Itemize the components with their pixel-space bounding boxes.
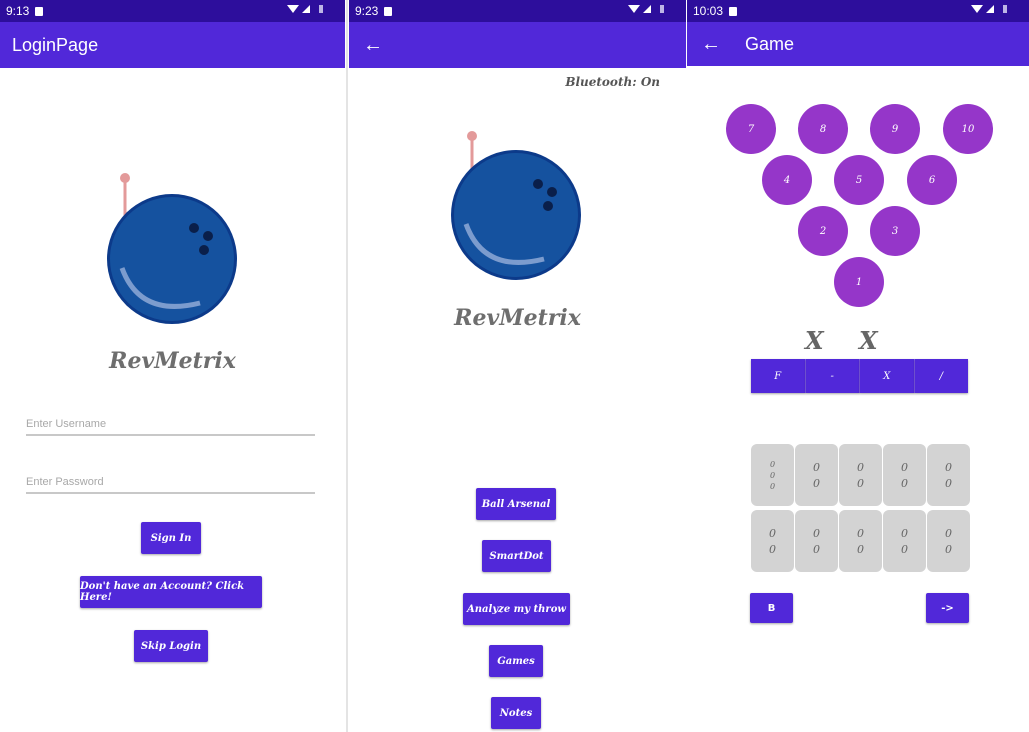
next-frame-button[interactable]: -> (926, 593, 969, 623)
score-value: 0 (901, 542, 908, 556)
pin-4[interactable]: 4 (762, 155, 812, 205)
status-icons (287, 5, 323, 13)
register-button[interactable]: Don't have an Account? Click Here! (80, 576, 262, 608)
bowling-ball-logo (451, 131, 581, 280)
signal-icon (986, 5, 994, 13)
sd-card-icon (729, 6, 738, 16)
battery-icon (1003, 5, 1007, 13)
signal-icon (643, 5, 651, 13)
page-title: LoginPage (12, 34, 99, 55)
password-input[interactable]: Enter Password (26, 476, 315, 494)
score-value: 0 (813, 542, 820, 556)
score-value: 0 (945, 542, 952, 556)
notes-button[interactable]: Notes (491, 697, 541, 729)
score-value: 0 (769, 470, 776, 480)
previous-frame-button[interactable]: B (750, 593, 793, 623)
login-screen: 9:13 LoginPage RevMetrix Enter Username … (0, 0, 345, 732)
battery-icon (660, 5, 664, 13)
pin-9[interactable]: 9 (870, 104, 920, 154)
foul-button[interactable]: F (751, 359, 806, 393)
status-bar: 10:03 (687, 0, 1029, 22)
pin-6[interactable]: 6 (907, 155, 957, 205)
pin-1[interactable]: 1 (834, 257, 884, 307)
score-cell[interactable]: 0 0 (927, 510, 970, 572)
brand-name: RevMetrix (109, 348, 236, 374)
wifi-icon (628, 5, 640, 13)
score-value: 0 (945, 526, 952, 540)
score-value: 0 (901, 476, 908, 490)
score-cell[interactable]: 0 0 0 (751, 444, 794, 506)
score-value: 0 (857, 542, 864, 556)
score-cell[interactable]: 0 0 (883, 510, 926, 572)
score-cell[interactable]: 0 0 (927, 444, 970, 506)
score-cell[interactable]: 0 0 (883, 444, 926, 506)
sd-card-icon (35, 6, 44, 16)
skip-login-button[interactable]: Skip Login (134, 630, 208, 662)
menu-screen: 9:23 ← Bluetooth: On RevMetrix Ball Arse… (349, 0, 686, 732)
pin-5[interactable]: 5 (834, 155, 884, 205)
wifi-icon (287, 5, 299, 13)
analyze-throw-button[interactable]: Analyze my throw (463, 593, 570, 625)
mark-shot-2: X (859, 326, 878, 355)
status-bar: 9:13 (0, 0, 345, 22)
score-cell[interactable]: 0 0 (795, 444, 838, 506)
smartdot-button[interactable]: SmartDot (482, 540, 551, 572)
score-value: 0 (769, 481, 776, 491)
ball-arsenal-button[interactable]: Ball Arsenal (476, 488, 556, 520)
app-bar: ← Game (687, 22, 1029, 66)
status-bar: 9:23 (349, 0, 686, 22)
score-value: 0 (945, 476, 952, 490)
battery-icon (319, 5, 323, 13)
score-value: 0 (769, 542, 776, 556)
pin-10[interactable]: 10 (943, 104, 993, 154)
miss-button[interactable]: - (805, 359, 860, 393)
sd-card-icon (384, 6, 393, 16)
mark-shot-1: X (805, 326, 824, 355)
score-cell[interactable]: 0 0 (751, 510, 794, 572)
strike-button[interactable]: X (860, 359, 915, 393)
status-time: 10:03 (693, 4, 724, 18)
back-arrow-icon[interactable]: ← (687, 33, 737, 56)
score-value: 0 (857, 476, 864, 490)
score-value: 0 (813, 460, 820, 474)
shot-entry-buttons: F - X / (751, 359, 968, 393)
sign-in-button[interactable]: Sign In (141, 522, 201, 554)
status-time: 9:13 (6, 4, 30, 18)
bowling-ball-logo (107, 173, 237, 324)
status-icons (971, 5, 1007, 13)
signal-icon (302, 5, 310, 13)
score-value: 0 (945, 460, 952, 474)
screen-divider (346, 0, 348, 732)
score-cell[interactable]: 0 0 (839, 510, 882, 572)
pin-2[interactable]: 2 (798, 206, 848, 256)
pin-7[interactable]: 7 (726, 104, 776, 154)
pin-8[interactable]: 8 (798, 104, 848, 154)
score-value: 0 (813, 476, 820, 490)
status-time: 9:23 (355, 4, 379, 18)
score-value: 0 (769, 459, 776, 469)
pin-3[interactable]: 3 (870, 206, 920, 256)
games-button[interactable]: Games (489, 645, 543, 677)
score-value: 0 (857, 460, 864, 474)
score-cell[interactable]: 0 0 (795, 510, 838, 572)
score-cell[interactable]: 0 0 (839, 444, 882, 506)
username-input[interactable]: Enter Username (26, 418, 315, 436)
score-value: 0 (769, 526, 776, 540)
score-value: 0 (901, 460, 908, 474)
app-bar: ← (349, 22, 686, 68)
bluetooth-status: Bluetooth: On (565, 75, 660, 89)
score-value: 0 (857, 526, 864, 540)
score-value: 0 (901, 526, 908, 540)
status-icons (628, 5, 664, 13)
game-screen: 10:03 ← Game 7 8 9 10 4 5 6 2 3 1 X X F … (687, 0, 1029, 732)
back-arrow-icon[interactable]: ← (349, 34, 399, 57)
spare-button[interactable]: / (914, 359, 968, 393)
app-bar: LoginPage (0, 22, 345, 68)
page-title: Game (745, 33, 795, 54)
score-value: 0 (813, 526, 820, 540)
brand-name: RevMetrix (454, 305, 581, 331)
wifi-icon (971, 5, 983, 13)
